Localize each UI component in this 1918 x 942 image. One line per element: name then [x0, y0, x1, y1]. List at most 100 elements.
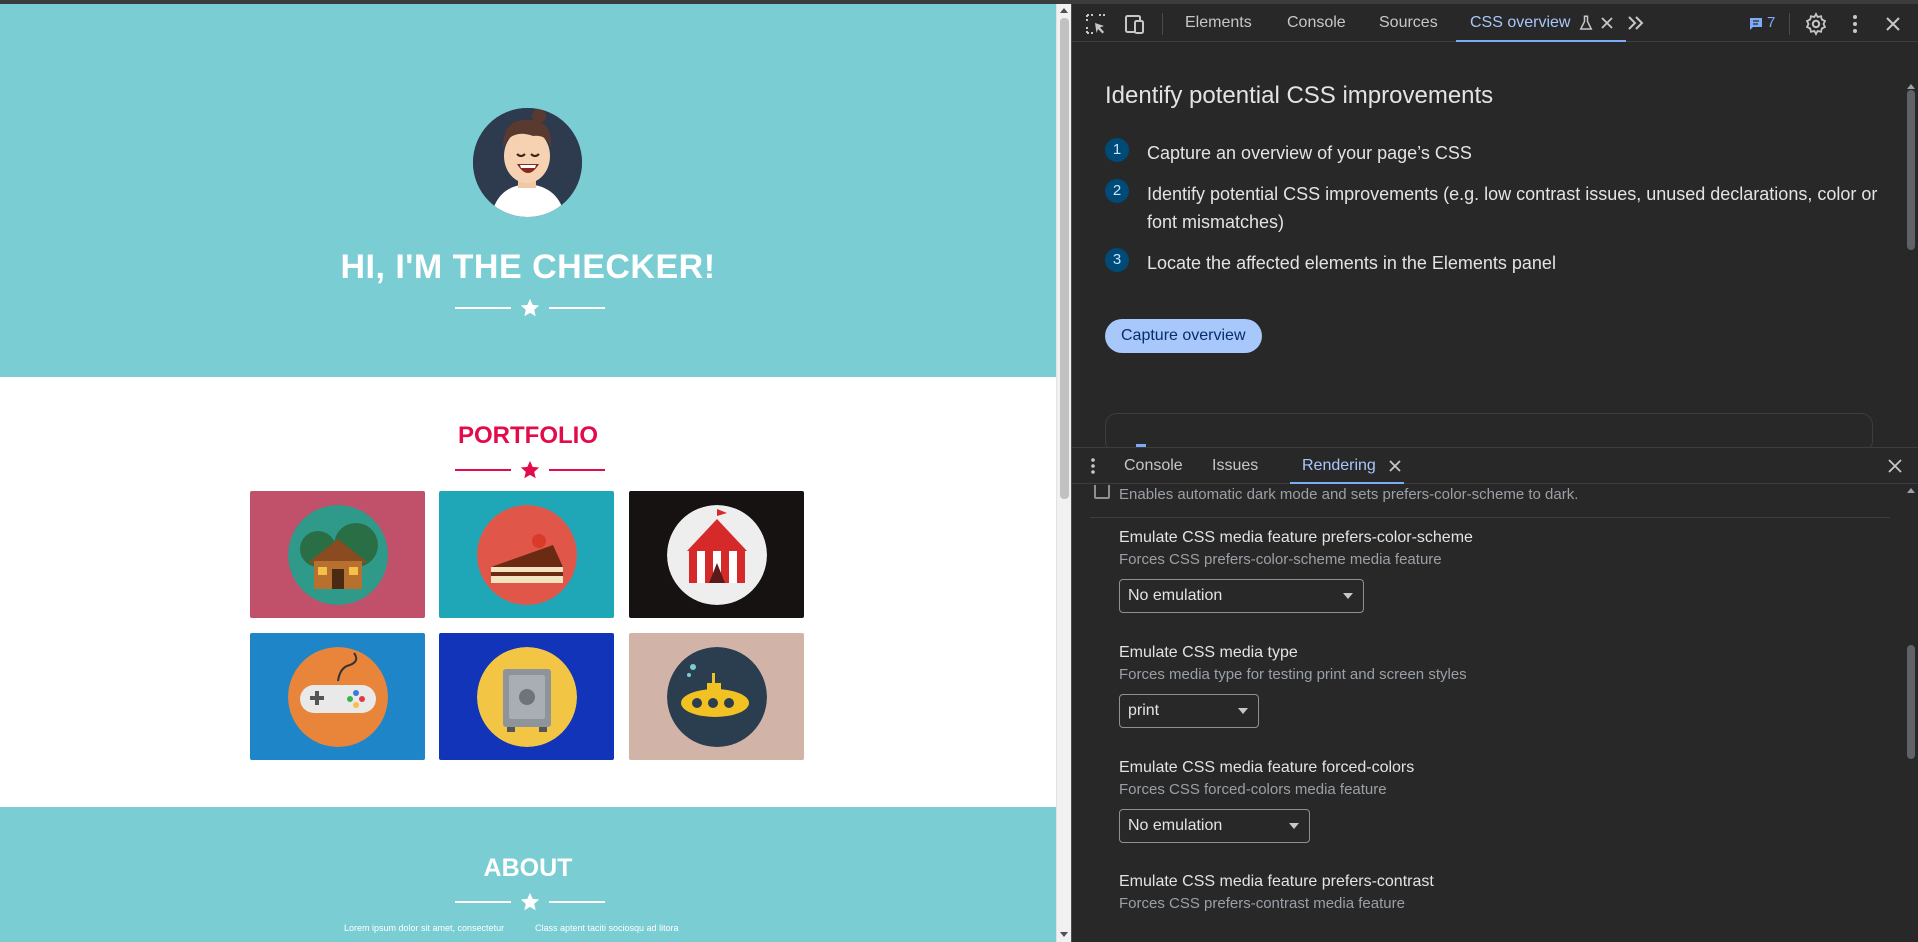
inspect-element-icon[interactable] — [1084, 12, 1108, 36]
avatar-illustration-icon — [473, 108, 582, 217]
close-tab-icon[interactable] — [1388, 459, 1402, 473]
browser-window: HI, I'M THE CHECKER! PORTFOLIO ABOUT Lor… — [0, 0, 1918, 942]
step-text: Capture an overview of your page’s CSS — [1147, 143, 1472, 163]
drawer-tab-issues[interactable]: Issues — [1212, 448, 1258, 484]
issues-count-badge[interactable]: 7 — [1767, 14, 1775, 31]
scroll-up-arrow-icon[interactable] — [1907, 84, 1915, 89]
divider-line — [455, 307, 511, 309]
devtools-panel: Elements Console Sources CSS overview 7 — [1072, 4, 1918, 942]
hero-star-divider — [455, 297, 605, 319]
portfolio-item-circus[interactable] — [629, 491, 804, 618]
star-icon — [520, 892, 540, 911]
divider-line — [455, 901, 511, 903]
divider-line — [549, 469, 605, 471]
step-text: Locate the affected elements in the Elem… — [1147, 253, 1556, 273]
tab-sources[interactable]: Sources — [1379, 4, 1438, 42]
select-value: No emulation — [1128, 587, 1223, 604]
setting-label: Emulate CSS media feature prefers-contra… — [1119, 873, 1434, 890]
devtools-drawer: Console Issues Rendering Enables automat… — [1072, 447, 1918, 942]
drawer-menu-icon[interactable] — [1086, 456, 1100, 476]
portfolio-item-cabin[interactable] — [250, 491, 425, 618]
tab-elements[interactable]: Elements — [1185, 4, 1252, 42]
capture-overview-button[interactable]: Capture overview — [1105, 319, 1262, 353]
step-number: 2 — [1105, 179, 1129, 203]
divider-line — [455, 469, 511, 471]
webpage-viewport[interactable]: HI, I'M THE CHECKER! PORTFOLIO ABOUT Lor… — [0, 4, 1056, 942]
scroll-up-arrow-icon[interactable] — [1060, 8, 1068, 13]
select-value: print — [1128, 702, 1160, 719]
setting-desc: Forces CSS prefers-color-scheme media fe… — [1119, 551, 1442, 568]
auto-dark-mode-desc: Enables automatic dark mode and sets pre… — [1119, 486, 1579, 503]
tab-console[interactable]: Console — [1287, 4, 1346, 42]
close-tab-icon[interactable] — [1600, 16, 1614, 30]
submarine-icon — [667, 647, 767, 747]
close-drawer-icon[interactable] — [1886, 457, 1904, 475]
css-overview-title: Identify potential CSS improvements — [1105, 82, 1494, 109]
portfolio-item-safe[interactable] — [439, 633, 614, 760]
setting-desc: Forces CSS forced-colors media feature — [1119, 781, 1387, 798]
prefers-color-scheme-select[interactable]: No emulation — [1119, 579, 1364, 613]
devtools-tabbar: Elements Console Sources CSS overview 7 — [1072, 4, 1918, 42]
drawer-tabbar: Console Issues Rendering — [1072, 448, 1918, 484]
about-text-left: Lorem ipsum dolor sit amet, consectetur — [344, 923, 505, 933]
gamepad-icon — [288, 647, 388, 747]
cake-icon — [477, 505, 577, 605]
portfolio-item-gamepad[interactable] — [250, 633, 425, 760]
setting-desc: Forces media type for testing print and … — [1119, 666, 1467, 683]
drawer-tab-rendering[interactable]: Rendering — [1290, 448, 1404, 484]
setting-label: Emulate CSS media feature prefers-color-… — [1119, 529, 1473, 546]
divider-line — [549, 307, 605, 309]
star-icon — [520, 460, 540, 479]
drawer-tab-rendering-label: Rendering — [1302, 457, 1376, 474]
star-icon — [520, 298, 540, 317]
safe-icon — [477, 647, 577, 747]
setting-desc: Forces CSS prefers-contrast media featur… — [1119, 895, 1405, 912]
about-star-divider — [455, 891, 605, 913]
issues-message-icon[interactable] — [1749, 17, 1763, 31]
tab-css-overview-label: CSS overview — [1470, 14, 1571, 31]
experiment-flask-icon — [1579, 15, 1593, 30]
chevron-down-icon — [1343, 593, 1353, 599]
chevron-down-icon — [1289, 823, 1299, 829]
setting-label: Emulate CSS media feature forced-colors — [1119, 759, 1415, 776]
about-section: ABOUT Lorem ipsum dolor sit amet, consec… — [0, 807, 1056, 942]
portfolio-item-cake[interactable] — [439, 491, 614, 618]
portfolio-item-submarine[interactable] — [629, 633, 804, 760]
settings-gear-icon[interactable] — [1804, 12, 1828, 36]
about-title: ABOUT — [483, 854, 573, 882]
close-devtools-icon[interactable] — [1881, 12, 1905, 36]
step-number: 1 — [1105, 138, 1129, 162]
chevron-down-icon — [1238, 708, 1248, 714]
scroll-up-arrow-icon[interactable] — [1907, 488, 1915, 493]
step-number: 3 — [1105, 248, 1129, 272]
forced-colors-select[interactable]: No emulation — [1119, 809, 1310, 843]
select-value: No emulation — [1128, 817, 1223, 834]
css-overview-panel: Identify potential CSS improvements 1 Ca… — [1072, 43, 1918, 481]
page-scroll-thumb[interactable] — [1060, 18, 1069, 499]
setting-label: Emulate CSS media type — [1119, 644, 1298, 661]
toolbar-separator — [1162, 13, 1163, 35]
section-separator — [1090, 517, 1890, 518]
auto-dark-mode-checkbox[interactable] — [1094, 485, 1110, 499]
more-tabs-icon[interactable] — [1626, 14, 1646, 32]
avatar — [473, 108, 582, 217]
cabin-icon — [288, 505, 388, 605]
drawer-tab-console[interactable]: Console — [1124, 448, 1183, 484]
drawer-scroll-thumb[interactable] — [1907, 645, 1915, 759]
portfolio-title: PORTFOLIO — [458, 422, 598, 449]
device-toolbar-icon[interactable] — [1122, 12, 1146, 36]
circus-tent-icon — [667, 505, 767, 605]
toolbar-separator — [1789, 13, 1790, 35]
rendering-settings: Enables automatic dark mode and sets pre… — [1072, 485, 1918, 942]
about-text-right: Class aptent taciti sociosqu ad litora — [535, 923, 679, 933]
step-text: Identify potential CSS improvements (e.g… — [1147, 184, 1878, 232]
portfolio-star-divider — [455, 459, 605, 481]
overview-scrollbar[interactable] — [1904, 82, 1918, 486]
scroll-down-arrow-icon[interactable] — [1060, 932, 1068, 937]
page-scrollbar[interactable] — [1056, 4, 1071, 942]
media-type-select[interactable]: print — [1119, 694, 1259, 728]
divider-line — [549, 901, 605, 903]
drawer-scrollbar[interactable] — [1904, 485, 1918, 942]
kebab-menu-icon[interactable] — [1843, 12, 1867, 36]
overview-scroll-thumb[interactable] — [1907, 90, 1915, 250]
